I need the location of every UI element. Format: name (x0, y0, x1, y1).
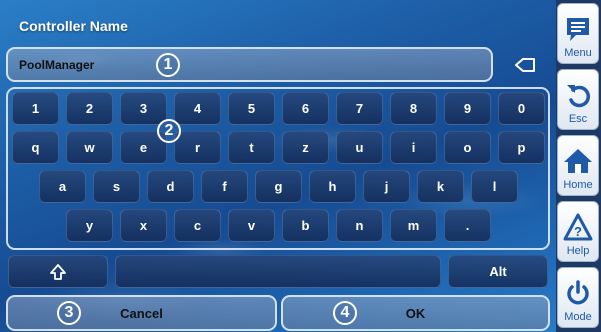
key-b[interactable]: b (282, 209, 329, 242)
key-s[interactable]: s (93, 170, 140, 203)
key-i[interactable]: i (390, 131, 437, 164)
key-n[interactable]: n (336, 209, 383, 242)
key-1[interactable]: 1 (12, 92, 59, 125)
key-o[interactable]: o (444, 131, 491, 164)
key-4[interactable]: 4 (174, 92, 221, 125)
home-label: Home (563, 179, 593, 191)
key-u[interactable]: u (336, 131, 383, 164)
key-2[interactable]: 2 (66, 92, 113, 125)
esc-button[interactable]: Esc (557, 69, 599, 130)
shift-arrow-icon (50, 263, 66, 280)
key-q[interactable]: q (12, 131, 59, 164)
backspace-icon (514, 57, 535, 72)
key-p[interactable]: p (498, 131, 545, 164)
key-k[interactable]: k (417, 170, 464, 203)
menu-label: Menu (564, 47, 592, 59)
sidebar: Menu Esc Home ? Help Mode (556, 0, 601, 332)
on-screen-keyboard: 1 2 3 4 5 6 7 8 9 0 q w e r t z u i o p … (6, 87, 550, 250)
controller-name-screen: Controller Name 1 1 2 3 4 5 6 7 8 9 0 q … (0, 0, 601, 332)
alt-key[interactable]: Alt (448, 255, 548, 288)
key-j[interactable]: j (363, 170, 410, 203)
cancel-button[interactable]: Cancel (6, 295, 277, 331)
key-7[interactable]: 7 (336, 92, 383, 125)
power-icon (564, 275, 592, 311)
key-3[interactable]: 3 (120, 92, 167, 125)
ok-button-label: OK (405, 305, 426, 321)
callout-badge-3: 3 (57, 301, 81, 325)
key-m[interactable]: m (390, 209, 437, 242)
menu-icon (564, 11, 592, 47)
key-h[interactable]: h (309, 170, 356, 203)
key-6[interactable]: 6 (282, 92, 329, 125)
key-l[interactable]: l (471, 170, 518, 203)
callout-badge-1: 1 (156, 53, 180, 77)
menu-button[interactable]: Menu (557, 3, 599, 64)
callout-badge-2: 2 (157, 119, 181, 143)
cancel-button-label: Cancel (120, 305, 163, 321)
key-0[interactable]: 0 (498, 92, 545, 125)
key-8[interactable]: 8 (390, 92, 437, 125)
key-w[interactable]: w (66, 131, 113, 164)
esc-label: Esc (568, 113, 588, 125)
backspace-button[interactable] (499, 47, 550, 82)
key-5[interactable]: 5 (228, 92, 275, 125)
key-z[interactable]: z (282, 131, 329, 164)
key-g[interactable]: g (255, 170, 302, 203)
key-9[interactable]: 9 (444, 92, 491, 125)
ok-button[interactable]: OK (281, 295, 550, 331)
svg-text:?: ? (574, 224, 582, 239)
key-t[interactable]: t (228, 131, 275, 164)
space-bar[interactable] (115, 255, 441, 288)
key-v[interactable]: v (228, 209, 275, 242)
help-label: Help (566, 245, 590, 257)
help-button[interactable]: ? Help (557, 201, 599, 262)
mode-label: Mode (564, 311, 592, 323)
key-a[interactable]: a (39, 170, 86, 203)
home-button[interactable]: Home (557, 135, 599, 196)
undo-arrow-icon (564, 77, 592, 113)
key-c[interactable]: c (174, 209, 221, 242)
controller-name-field[interactable] (6, 47, 493, 82)
key-period[interactable]: . (444, 209, 491, 242)
home-icon (563, 143, 593, 179)
key-x[interactable]: x (120, 209, 167, 242)
key-f[interactable]: f (201, 170, 248, 203)
shift-key[interactable] (8, 255, 108, 288)
mode-button[interactable]: Mode (557, 267, 599, 328)
key-y[interactable]: y (66, 209, 113, 242)
main-area: Controller Name 1 1 2 3 4 5 6 7 8 9 0 q … (0, 0, 556, 332)
help-warning-icon: ? (563, 209, 593, 245)
callout-badge-4: 4 (333, 301, 357, 325)
page-title: Controller Name (19, 18, 128, 34)
key-d[interactable]: d (147, 170, 194, 203)
key-r[interactable]: r (174, 131, 221, 164)
